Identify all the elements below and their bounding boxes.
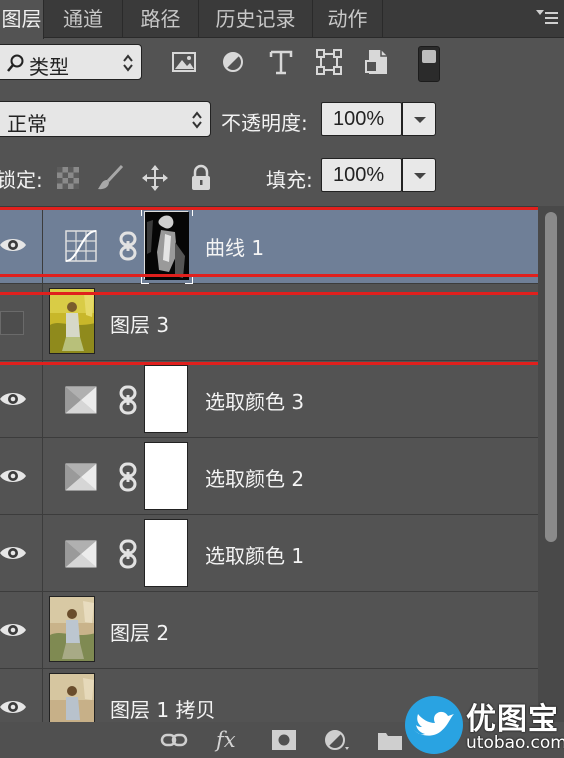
watermark-url: utobao.com [466,733,564,753]
visibility-toggle[interactable] [0,515,43,592]
visibility-toggle[interactable] [0,438,43,515]
layer-name: 选取颜色 1 [205,544,305,568]
layer-row[interactable]: 选取颜色 2 [0,438,538,515]
layer-thumbnail[interactable] [49,596,95,662]
blend-mode-value: 正常 [7,112,47,136]
tab-paths[interactable]: 路径 [123,0,199,38]
tab-actions[interactable]: 动作 [313,0,383,38]
layer-mask-link-icon[interactable] [118,385,138,415]
tab-channels[interactable]: 通道 [44,0,123,38]
eye-icon [0,547,26,559]
selective-color-icon [65,540,97,568]
eye-icon [0,393,26,405]
filter-kind-label: 类型 [29,55,69,79]
shape-filter-icon[interactable] [312,45,346,79]
layer-row[interactable]: 图层 2 [0,592,538,669]
fx-icon[interactable]: fx [216,728,236,752]
watermark-brand: 优图宝 [466,702,559,737]
new-adjustment-icon[interactable] [322,727,350,753]
adjustment-filter-icon[interactable] [216,45,250,79]
image-filter-icon[interactable] [167,45,201,79]
panel-tab-bar: 图层 通道 路径 历史记录 动作 [0,0,564,39]
tab-layers[interactable]: 图层 [0,0,44,39]
lock-position-icon[interactable] [141,164,169,192]
lock-all-icon[interactable] [187,164,215,192]
smart-object-filter-icon[interactable] [360,45,394,79]
add-mask-icon[interactable] [270,727,298,753]
opacity-input[interactable]: 100% [321,102,402,136]
layer-mask-link-icon[interactable] [118,539,138,569]
type-filter-icon[interactable] [264,45,298,79]
highlight-box-curves [0,207,548,277]
layer-name: 选取颜色 3 [205,390,305,414]
lock-image-icon[interactable] [96,164,124,192]
selective-color-icon [65,463,97,491]
link-layers-icon[interactable] [160,727,188,753]
layer-name: 图层 2 [110,621,170,645]
visibility-toggle[interactable] [0,592,43,669]
opacity-dropdown-button[interactable] [402,102,436,136]
layer-name: 选取颜色 2 [205,467,305,491]
layer-row[interactable]: 选取颜色 1 [0,515,538,592]
filter-toggle-switch[interactable] [418,46,440,82]
fill-label: 填充: [266,168,313,192]
search-icon [7,54,24,72]
layer-mask-thumbnail[interactable] [144,365,188,433]
panel-menu-icon[interactable] [536,9,558,27]
layer-mask-thumbnail[interactable] [144,442,188,510]
lock-label: 锁定: [0,168,43,192]
selective-color-icon [65,386,97,414]
updown-arrows-icon [192,111,202,129]
updown-arrows-icon [123,54,133,72]
opacity-label: 不透明度: [221,111,308,135]
eye-icon [0,470,26,482]
new-group-icon[interactable] [376,727,404,753]
layer-mask-thumbnail[interactable] [144,519,188,587]
layer-name: 图层 1 拷贝 [110,698,216,722]
eye-icon [0,624,26,636]
layers-list: 曲线 1 图层 3 选取颜色 3 选取颜色 2 选取颜色 1 图层 2 图层 1… [0,206,538,758]
visibility-toggle[interactable] [0,361,43,438]
blend-mode-select[interactable]: 正常 [0,101,211,137]
layer-row[interactable]: 选取颜色 3 [0,361,538,438]
fill-dropdown-button[interactable] [402,158,436,192]
tab-history[interactable]: 历史记录 [199,0,313,38]
layer-mask-link-icon[interactable] [118,462,138,492]
layers-scrollbar-thumb[interactable] [545,212,557,542]
filter-kind-select[interactable]: 类型 [0,44,142,80]
lock-transparent-icon[interactable] [55,164,83,192]
eye-icon [0,701,26,713]
highlight-box-layer-3 [0,292,546,365]
fill-input[interactable]: 100% [321,158,402,192]
